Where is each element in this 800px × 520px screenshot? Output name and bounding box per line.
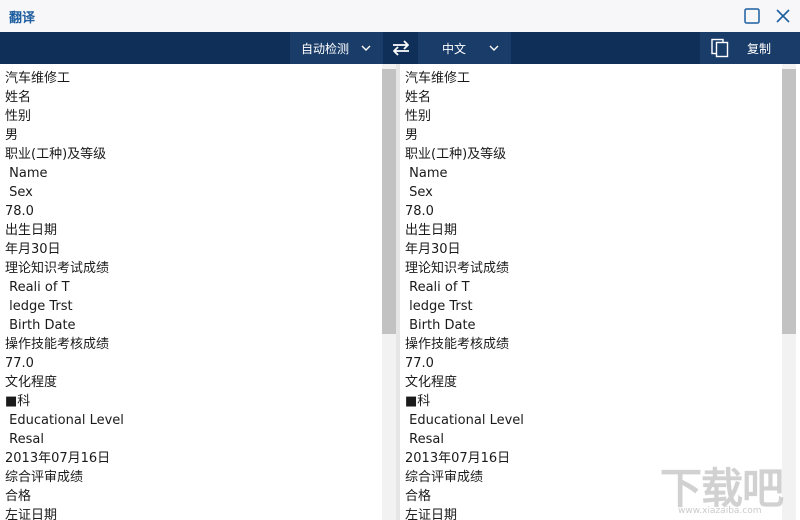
text-line: ■科 [5, 394, 31, 409]
close-button[interactable] [773, 6, 793, 26]
text-line: Birth Date [5, 318, 76, 333]
text-line: 2013年07月16日 [5, 451, 111, 466]
window-title: 翻译 [9, 11, 36, 26]
maximize-button[interactable] [742, 6, 762, 26]
copy-button[interactable]: 复制 [700, 32, 800, 64]
title-bar: 翻译 [0, 0, 800, 32]
copy-pages-icon [711, 38, 729, 58]
text-line: 合格 [405, 489, 432, 504]
text-line: ledge Trst [405, 299, 473, 314]
text-line: Name [405, 166, 448, 181]
chevron-down-icon [489, 45, 499, 51]
text-line: 年月30日 [5, 242, 61, 257]
text-line: ledge Trst [5, 299, 73, 314]
text-line: 男 [405, 128, 419, 143]
target-language-select[interactable]: 中文 [418, 32, 511, 64]
text-line: 操作技能考核成绩 [405, 337, 510, 352]
swap-languages-button[interactable] [383, 32, 418, 64]
text-line: 合格 [5, 489, 32, 504]
text-line: 汽车维修工 [405, 71, 471, 86]
text-line: Educational Level [5, 413, 124, 428]
chevron-down-icon [361, 45, 371, 51]
target-language-label: 中文 [442, 41, 467, 56]
watermark-url: www.xiazaiba.com [678, 506, 762, 516]
text-line: 理论知识考试成绩 [405, 261, 510, 276]
text-line: 文化程度 [405, 375, 458, 390]
text-line: Sex [405, 185, 433, 200]
text-line: Sex [5, 185, 33, 200]
text-line: 78.0 [5, 204, 34, 219]
text-line: Reali of T [405, 280, 470, 295]
text-line: 左证日期 [5, 508, 58, 520]
text-line: 2013年07月16日 [405, 451, 511, 466]
translated-text[interactable]: 汽车维修工姓名性别男职业(工种)及等级 Name Sex 78.0 出生日期年月30… [405, 69, 524, 520]
translate-window: 翻译 自动检测 中文 复制 汽车维修工 姓名 性别 男 职业(工种)及等级 Na… [0, 0, 800, 520]
text-line: 左证日期 [405, 508, 458, 520]
text-line: 理论知识考试成绩 [5, 261, 110, 276]
text-line: Resal [405, 432, 444, 447]
text-line: Reali of T [5, 280, 70, 295]
target-scrollbar[interactable] [782, 64, 796, 520]
toolbar: 自动检测 中文 复制 [0, 32, 800, 64]
text-line: 职业(工种)及等级 [405, 147, 507, 162]
source-language-label: 自动检测 [301, 41, 350, 56]
text-line: 77.0 [405, 356, 434, 371]
text-line: 年月30日 [405, 242, 461, 257]
text-line: ■科 [405, 394, 431, 409]
text-line: 78.0 [405, 204, 434, 219]
source-text-pane[interactable]: 汽车维修工姓名性别男职业(工种)及等级 Name Sex 78.0 出生日期年月30… [0, 64, 396, 520]
text-line: 操作技能考核成绩 [5, 337, 110, 352]
source-text[interactable]: 汽车维修工姓名性别男职业(工种)及等级 Name Sex 78.0 出生日期年月30… [5, 69, 124, 520]
text-line: 综合评审成绩 [405, 470, 484, 485]
text-line: 77.0 [5, 356, 34, 371]
text-line: Resal [5, 432, 44, 447]
text-line: 性别 [5, 109, 32, 124]
text-line: 性别 [405, 109, 432, 124]
text-line: Name [5, 166, 48, 181]
target-scroll-thumb[interactable] [782, 69, 796, 334]
text-line: 姓名 [5, 90, 32, 105]
text-line: 文化程度 [5, 375, 58, 390]
square-outline-icon [744, 8, 760, 24]
text-line: 综合评审成绩 [5, 470, 84, 485]
copy-label: 复制 [747, 42, 772, 56]
text-line: 出生日期 [405, 223, 458, 238]
swap-arrows-icon [392, 40, 409, 56]
text-line: 汽车维修工 [5, 71, 71, 86]
source-language-select[interactable]: 自动检测 [290, 32, 383, 64]
text-line: 出生日期 [5, 223, 58, 238]
text-line: 男 [5, 128, 19, 143]
text-line: Birth Date [405, 318, 476, 333]
text-line: Educational Level [405, 413, 524, 428]
text-line: 职业(工种)及等级 [5, 147, 107, 162]
watermark: 下载吧 www.xiazaiba.com [660, 455, 795, 517]
text-line: 姓名 [405, 90, 432, 105]
source-scroll-thumb[interactable] [382, 69, 396, 334]
target-text-pane[interactable]: 汽车维修工姓名性别男职业(工种)及等级 Name Sex 78.0 出生日期年月30… [400, 64, 796, 520]
source-scrollbar[interactable] [382, 64, 396, 520]
close-x-icon [776, 9, 790, 23]
